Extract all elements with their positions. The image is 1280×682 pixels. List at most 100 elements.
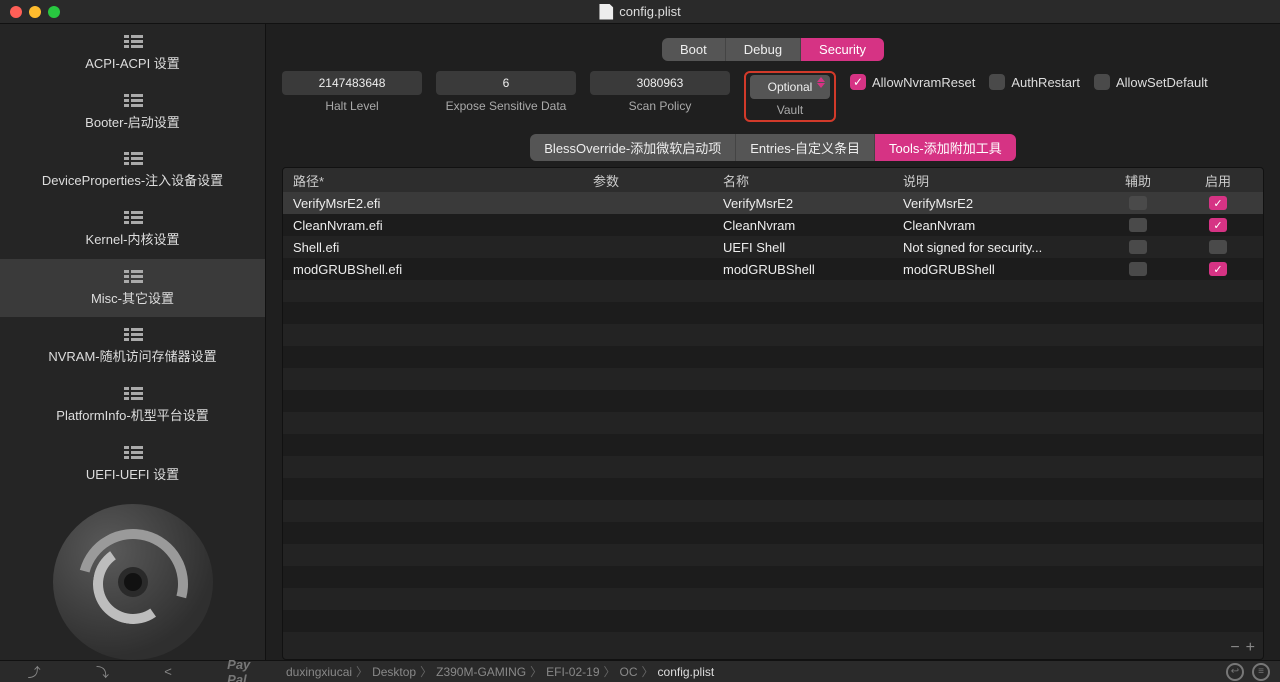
col-path[interactable]: 路径* [293,171,593,190]
checkbox-allow-nvram-reset[interactable]: AllowNvramReset [850,71,975,90]
tab-tools[interactable]: Tools-添加附加工具 [874,134,1016,161]
undo-icon[interactable]: ↩ [1226,663,1244,681]
cell-name: CleanNvram [723,218,903,233]
cell-path: modGRUBShell.efi [293,262,593,277]
chevron-right-icon: 〉 [420,663,432,680]
breadcrumb-item[interactable]: EFI-02-19 [546,665,599,679]
checkbox-allow-set-default[interactable]: AllowSetDefault [1094,71,1208,90]
chevron-right-icon: 〉 [642,663,654,680]
col-enable[interactable]: 启用 [1183,171,1253,190]
col-args[interactable]: 参数 [593,171,723,190]
segment-debug[interactable]: Debug [725,38,800,61]
sidebar-item-nvram[interactable]: NVRAM-随机访问存储器设置 [0,317,265,376]
sidebar-item-label: Booter-启动设置 [85,112,180,131]
aux-checkbox[interactable] [1129,196,1147,210]
sidebar-item-deviceproperties[interactable]: DeviceProperties-注入设备设置 [0,141,265,200]
vault-select[interactable]: Optional [750,75,830,99]
share-icon[interactable]: < [164,664,172,679]
sidebar-item-platforminfo[interactable]: PlatformInfo-机型平台设置 [0,376,265,435]
list-icon [124,446,142,460]
aux-checkbox[interactable] [1129,218,1147,232]
bottom-toolbar: ⤴ ⤵ < PayPal duxingxiucai 〉 Desktop 〉 Z390M-… [0,660,1280,682]
tab-entries[interactable]: Entries-自定义条目 [735,134,874,161]
vault-value: Optional [768,80,813,94]
sidebar-item-booter[interactable]: Booter-启动设置 [0,83,265,142]
remove-row-button[interactable]: − [1230,639,1239,657]
list-icon [124,328,142,342]
breadcrumb-item[interactable]: config.plist [658,665,715,679]
breadcrumb: duxingxiucai 〉 Desktop 〉 Z390M-GAMING 〉 EFI-02… [278,663,1226,680]
sidebar-item-uefi[interactable]: UEFI-UEFI 设置 [0,435,265,494]
segment-boot[interactable]: Boot [662,38,725,61]
cell-name: VerifyMsrE2 [723,196,903,211]
enable-checkbox[interactable] [1209,262,1227,276]
table-row[interactable]: Shell.efi UEFI ShellNot signed for securi… [283,236,1263,258]
halt-level-input[interactable]: 2147483648 [282,71,422,95]
table-header: 路径* 参数 名称 说明 辅助 启用 [283,168,1263,192]
col-desc[interactable]: 说明 [903,171,1093,190]
list-icon [124,94,142,108]
paypal-icon[interactable]: PayPal [227,657,250,682]
table-row[interactable]: modGRUBShell.efi modGRUBShellmodGRUBShell [283,258,1263,280]
breadcrumb-item[interactable]: Desktop [372,665,416,679]
cell-desc: CleanNvram [903,218,1093,233]
breadcrumb-item[interactable]: Z390M-GAMING [436,665,526,679]
tab-blessoverride[interactable]: BlessOverride-添加微软启动项 [530,134,735,161]
cell-path: CleanNvram.efi [293,218,593,233]
checkbox-label: AllowNvramReset [872,75,975,90]
sidebar-item-label: UEFI-UEFI 设置 [86,464,179,483]
sidebar-item-label: NVRAM-随机访问存储器设置 [48,346,216,365]
sidebar-item-acpi[interactable]: ACPI-ACPI 设置 [0,24,265,83]
sidebar-item-kernel[interactable]: Kernel-内核设置 [0,200,265,259]
export-icon[interactable]: ⤵ [96,662,109,681]
checkbox-label: AuthRestart [1011,75,1080,90]
table-row[interactable]: VerifyMsrE2.efiVerifyMsrE2VerifyMsrE2 [283,192,1263,214]
breadcrumb-item[interactable]: duxingxiucai [286,665,352,679]
cell-desc: modGRUBShell [903,262,1093,277]
scan-policy-label: Scan Policy [629,99,692,113]
chevron-right-icon: 〉 [604,663,616,680]
zoom-window-button[interactable] [48,6,60,18]
jog-dial[interactable] [53,504,213,661]
list-icon [124,211,142,225]
aux-checkbox[interactable] [1129,262,1147,276]
field-halt-level: 2147483648 Halt Level [282,71,422,113]
sidebar-item-misc[interactable]: Misc-其它设置 [0,259,265,318]
aux-checkbox[interactable] [1129,240,1147,254]
file-icon [599,4,613,20]
field-vault: Optional Vault [744,71,836,122]
cell-desc: Not signed for security... [903,240,1093,255]
checkbox-auth-restart[interactable]: AuthRestart [989,71,1080,90]
sidebar: ACPI-ACPI 设置 Booter-启动设置 DevicePropertie… [0,24,266,660]
sidebar-item-label: Misc-其它设置 [91,288,174,307]
tools-table: 路径* 参数 名称 说明 辅助 启用 VerifyMsrE2.efi Verify… [282,167,1264,660]
close-window-button[interactable] [10,6,22,18]
segment-security[interactable]: Security [800,38,884,61]
enable-checkbox[interactable] [1209,240,1227,254]
cell-name: modGRUBShell [723,262,903,277]
col-name[interactable]: 名称 [723,171,903,190]
sidebar-item-label: Kernel-内核设置 [86,229,180,248]
enable-checkbox[interactable] [1209,218,1227,232]
add-row-button[interactable]: + [1246,639,1255,657]
checkbox-label: AllowSetDefault [1116,75,1208,90]
list-icon [124,35,142,49]
field-expose-sensitive: 6 Expose Sensitive Data [436,71,576,113]
scan-policy-input[interactable]: 3080963 [590,71,730,95]
checkbox-icon [1094,74,1110,90]
list-icon [124,387,142,401]
import-icon[interactable]: ⤴ [28,662,41,681]
cell-path: Shell.efi [293,240,593,255]
checkbox-icon [850,74,866,90]
content-pane: Boot Debug Security 2147483648 Halt Leve… [266,24,1280,660]
breadcrumb-item[interactable]: OC [620,665,638,679]
minimize-window-button[interactable] [29,6,41,18]
halt-level-label: Halt Level [325,99,378,113]
table-row[interactable]: CleanNvram.efi CleanNvramCleanNvram [283,214,1263,236]
menu-icon[interactable]: ≡ [1252,663,1270,681]
col-aux[interactable]: 辅助 [1093,171,1183,190]
expose-sensitive-input[interactable]: 6 [436,71,576,95]
cell-path: VerifyMsrE2.efi [293,196,593,211]
enable-checkbox[interactable] [1209,196,1227,210]
cell-name: UEFI Shell [723,240,903,255]
